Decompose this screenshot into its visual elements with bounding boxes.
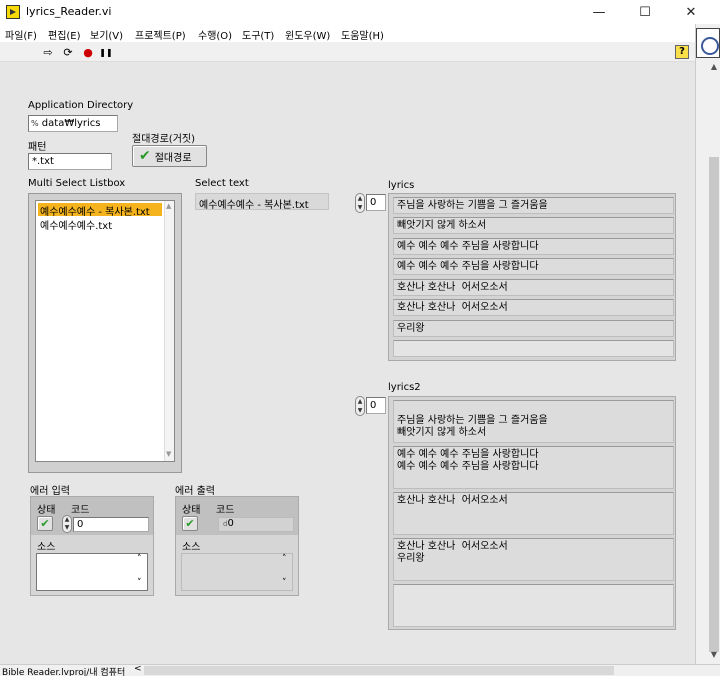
app-dir-path-field[interactable]: % data₩lyrics — [28, 115, 118, 132]
error-in-source-label: 소스 — [37, 542, 56, 553]
error-in-code-field[interactable]: 0 — [73, 517, 149, 532]
menu-edit[interactable]: 편집(E) — [48, 27, 81, 42]
app-dir-label: Application Directory — [28, 100, 134, 111]
pattern-label: 패턴 — [28, 142, 47, 153]
labview-app-icon — [6, 5, 20, 19]
pause-icon[interactable]: ❚❚ — [99, 46, 112, 58]
scrollbar-thumb[interactable] — [709, 157, 719, 652]
run-continuously-icon[interactable]: ⟳ — [62, 46, 74, 59]
lyrics-element: 우리왕 — [393, 320, 674, 337]
run-arrow-icon[interactable]: ⇨ — [42, 46, 54, 59]
lyrics-index-field[interactable]: 0 — [366, 194, 386, 211]
list-item[interactable]: 예수예수예수 - 복사본.txt — [38, 203, 162, 216]
lyrics-array: 주님을 사랑하는 기쁨을 그 즐거움을 빼앗기지 않게 하소서 예수 예수 예수… — [388, 193, 676, 361]
error-out-code-label: 코드 — [216, 505, 235, 516]
abort-icon[interactable]: ● — [82, 46, 94, 59]
lyrics-element: 호산나 호산나 어서오소서 — [393, 299, 674, 316]
lyrics2-element — [393, 584, 674, 627]
multi-select-listbox: 예수예수예수 - 복사본.txt 예수예수예수.txt ▲ ▼ — [28, 193, 182, 473]
menu-bar: 파일(F) 편집(E) 보기(V) 프로젝트(P) 수행(O) 도구(T) 윈도… — [0, 24, 720, 43]
menu-tools[interactable]: 도구(T) — [242, 27, 274, 42]
app-dir-value: data₩lyrics — [41, 118, 101, 129]
absolute-path-button[interactable]: ✔ 절대경로 — [132, 145, 207, 167]
scroll-up-icon[interactable]: ▲ — [709, 62, 719, 74]
select-text-indicator: 예수예수예수 - 복사본.txt — [195, 193, 329, 210]
lyrics-index-spinner[interactable]: ▲ ▼ — [355, 193, 365, 213]
menu-operate[interactable]: 수행(O) — [198, 27, 232, 42]
scroll-up-icon[interactable]: ▲ — [166, 202, 171, 210]
listbox-label: Multi Select Listbox — [28, 178, 126, 189]
lyrics2-index-spinner[interactable]: ▲ ▼ — [355, 396, 365, 416]
path-icon: % — [31, 119, 39, 128]
error-in-source-field[interactable]: ˄ ˅ — [36, 553, 148, 591]
window-title: lyrics_Reader.vi — [26, 5, 112, 18]
error-in-status-label: 상태 — [37, 505, 56, 516]
project-path: Bible Reader.lvproj/내 컴퓨터 — [2, 668, 126, 676]
lyrics2-element: 주님을 사랑하는 기쁨을 그 즐거움을 빼앗기지 않게 하소서 — [393, 400, 674, 443]
select-text-label: Select text — [195, 178, 249, 189]
lyrics2-array: 주님을 사랑하는 기쁨을 그 즐거움을 빼앗기지 않게 하소서 예수 예수 예수… — [388, 396, 676, 630]
scroll-down-icon[interactable]: ˅ — [282, 578, 287, 588]
lyrics2-element: 예수 예수 예수 주님을 사랑합니다 예수 예수 예수 주님을 사랑합니다 — [393, 446, 674, 489]
listbox-scrollbar[interactable]: ▲ ▼ — [164, 201, 174, 461]
checkmark-icon: ✔ — [139, 148, 151, 164]
lyrics2-index-field[interactable]: 0 — [366, 397, 386, 414]
vertical-scrollbar[interactable]: ▲ ▼ — [708, 62, 720, 662]
scroll-down-icon[interactable]: ▼ — [166, 450, 171, 458]
minimize-button[interactable]: — — [576, 0, 622, 24]
menu-project[interactable]: 프로젝트(P) — [135, 27, 186, 42]
lyrics-element: 예수 예수 예수 주님을 사랑합니다 — [393, 258, 674, 275]
lyrics-element: 빼앗기지 않게 하소서 — [393, 217, 674, 234]
lyrics2-element: 호산나 호산나 어서오소서 — [393, 492, 674, 535]
error-out-source-label: 소스 — [182, 542, 201, 553]
horizontal-scrollbar-thumb[interactable] — [144, 666, 614, 675]
context-help-icon[interactable]: ? — [675, 45, 689, 59]
checkmark-icon: ✔ — [40, 517, 50, 530]
vi-icon — [696, 28, 720, 58]
error-out-status-led: ✔ — [182, 516, 198, 531]
absolute-path-label: 절대경로(거짓) — [132, 134, 196, 145]
error-in-code-label: 코드 — [71, 505, 90, 516]
menu-file[interactable]: 파일(F) — [5, 27, 37, 42]
error-out-source-indicator: ˄ ˅ — [181, 553, 293, 591]
error-out-code-value: 0 — [227, 518, 234, 529]
maximize-button[interactable]: ☐ — [622, 0, 668, 24]
error-out-cluster: 상태 코드 ✔ d0 소스 ˄ ˅ — [175, 496, 299, 596]
lyrics-element — [393, 340, 674, 357]
lyrics2-element: 호산나 호산나 어서오소서 우리왕 — [393, 538, 674, 581]
error-out-status-label: 상태 — [182, 505, 201, 516]
menu-view[interactable]: 보기(V) — [90, 27, 123, 42]
toolbar: ⇨ ⟳ ● ❚❚ — [0, 43, 695, 62]
menu-help[interactable]: 도움말(H) — [341, 27, 384, 42]
error-out-code-indicator: d0 — [218, 517, 294, 532]
menu-window[interactable]: 윈도우(W) — [285, 27, 330, 42]
lyrics-element: 호산나 호산나 어서오소서 — [393, 279, 674, 296]
scroll-up-icon[interactable]: ˄ — [137, 554, 142, 564]
listbox-inner: 예수예수예수 - 복사본.txt 예수예수예수.txt ▲ ▼ — [35, 200, 175, 462]
error-in-status-toggle[interactable]: ✔ — [37, 516, 53, 531]
pattern-field[interactable]: *.txt — [28, 153, 112, 170]
checkmark-icon: ✔ — [185, 517, 195, 530]
title-bar: lyrics_Reader.vi — ☐ ✕ — [0, 0, 720, 24]
lyrics-label: lyrics — [388, 180, 415, 191]
absolute-path-button-label: 절대경로 — [154, 152, 192, 164]
error-in-label: 에러 입력 — [30, 486, 70, 497]
lyrics2-label: lyrics2 — [388, 382, 421, 393]
list-item[interactable]: 예수예수예수.txt — [38, 217, 162, 232]
error-in-code-spinner[interactable]: ▲ ▼ — [62, 515, 72, 533]
error-out-label: 에러 출력 — [175, 486, 215, 497]
lyrics-element: 예수 예수 예수 주님을 사랑합니다 — [393, 238, 674, 255]
scroll-up-icon[interactable]: ˄ — [282, 554, 287, 564]
scroll-left-icon[interactable]: < — [134, 664, 142, 674]
lyrics-element: 주님을 사랑하는 기쁨을 그 즐거움을 — [393, 197, 674, 214]
close-button[interactable]: ✕ — [668, 0, 714, 24]
error-in-cluster: 상태 코드 ✔ ▲ ▼ 0 소스 ˄ ˅ — [30, 496, 154, 596]
scroll-down-icon[interactable]: ˅ — [137, 578, 142, 588]
scroll-down-icon[interactable]: ▼ — [709, 650, 719, 662]
